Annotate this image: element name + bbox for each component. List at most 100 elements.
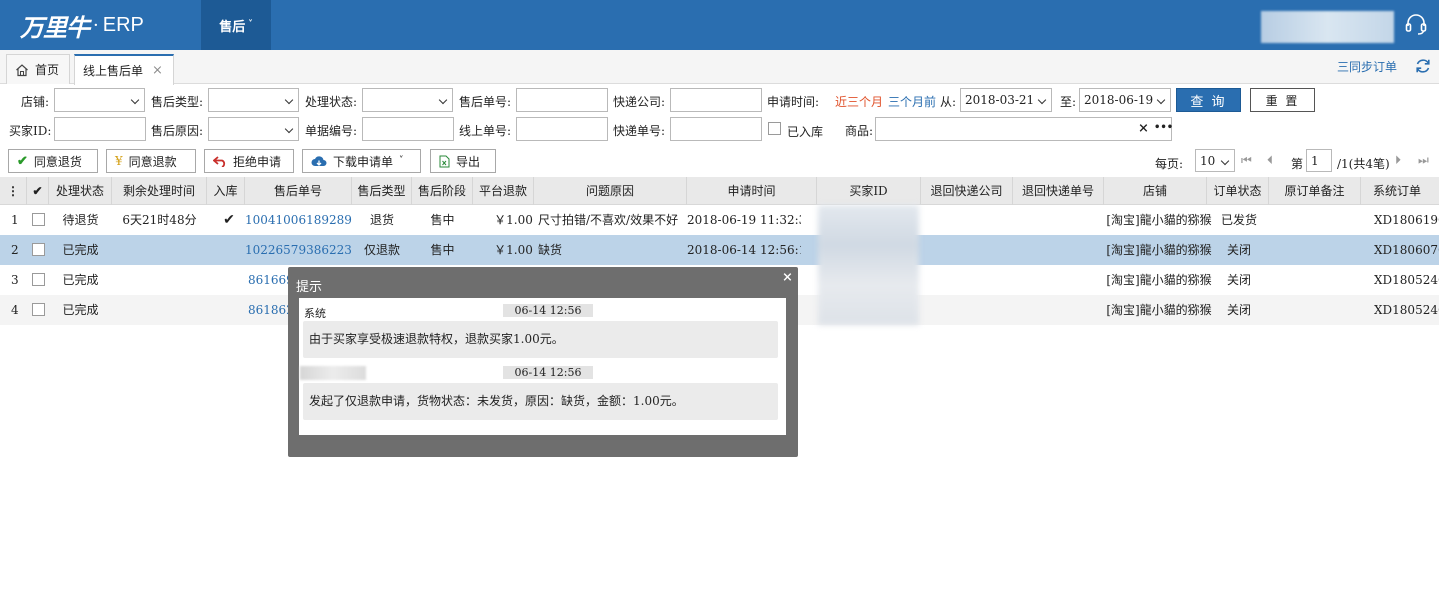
col-buyer-id[interactable]: 买家ID [817, 177, 921, 205]
nav-tab-aftersale[interactable]: 售后 ˅ [201, 0, 271, 50]
doc-no-label: 单据编号: [305, 124, 358, 138]
row-aftersale-no[interactable]: 8618628 [248, 295, 293, 325]
to-label: 至: [1060, 95, 1077, 109]
goods-label: 商品: [845, 124, 874, 138]
aftersale-no-link[interactable]: 10041006189289175 [245, 213, 352, 227]
reject-button[interactable]: 拒绝申请 [204, 149, 294, 173]
excel-file-icon [439, 155, 450, 167]
col-remaining[interactable]: 剩余处理时间 [112, 177, 207, 205]
row-checkbox[interactable] [32, 273, 45, 286]
aftersale-no-link[interactable]: 10226579386223590 [245, 243, 352, 257]
refresh-icon[interactable] [1414, 57, 1432, 75]
reason-select[interactable] [208, 117, 299, 141]
more-icon[interactable]: ••• [1154, 117, 1173, 139]
logo-erp: ERP [102, 13, 144, 36]
col-status[interactable]: 处理状态 [49, 177, 112, 205]
sync-orders-button[interactable]: 三同步订单 [1337, 58, 1397, 75]
to-date-select[interactable]: 2018-06-19 [1079, 88, 1171, 112]
first-page-icon[interactable]: ⏮ [1241, 153, 1257, 167]
row-sys-order: XD18052400 [1374, 273, 1439, 287]
download-button[interactable]: 下载申请单 ˅ [302, 149, 421, 173]
aftersale-no-link[interactable]: 8618628 [248, 303, 293, 317]
buyer-id-label: 买家ID: [9, 124, 52, 138]
col-order-status[interactable]: 订单状态 [1207, 177, 1269, 205]
aftersale-no-input[interactable] [516, 88, 608, 112]
col-stocked[interactable]: 入库 [207, 177, 245, 205]
agree-return-button[interactable]: ✔ 同意退货 [8, 149, 98, 173]
stocked-label: 已入库 [787, 125, 824, 139]
buyer-id-blurred [818, 205, 919, 325]
table-row[interactable]: 2 已完成 10226579386223590 仅退款 售中 ￥1.00 缺货 … [0, 235, 1439, 265]
logo-mark: 万里牛 [20, 13, 90, 42]
chevron-down-icon: ˅ [399, 156, 404, 166]
tip-popup: 提示 × 系统 06-14 12:56 由于买家享受极速退款特权，退款买家1.0… [288, 267, 798, 457]
goods-input[interactable]: × ••• [875, 117, 1173, 141]
row-checkbox[interactable] [32, 213, 45, 226]
headset-icon[interactable] [1404, 12, 1428, 36]
col-type[interactable]: 售后类型 [352, 177, 412, 205]
row-checkbox[interactable] [32, 303, 45, 316]
select-all-check-icon[interactable]: ✔ [27, 177, 49, 205]
close-icon[interactable]: × [152, 63, 163, 78]
last-page-icon[interactable]: ⏭ [1418, 153, 1434, 167]
clear-icon[interactable]: × [1138, 118, 1149, 140]
next-page-icon[interactable]: ⏵ [1395, 153, 1411, 167]
close-icon[interactable]: × [782, 270, 793, 285]
col-sys-order[interactable]: 系统订单 [1361, 177, 1439, 205]
page-tab-bar: 首页 线上售后单 × [0, 50, 1439, 85]
row-aftersale-no[interactable]: 8616698 [248, 265, 293, 295]
user-account-blurred[interactable] [1261, 11, 1394, 43]
page-number-input[interactable]: 1 [1306, 149, 1332, 172]
prev-page-icon[interactable]: ⏴ [1267, 153, 1283, 167]
row-checkbox[interactable] [32, 243, 45, 256]
col-apply-time[interactable]: 申请时间 [687, 177, 817, 205]
export-label: 导出 [456, 154, 481, 169]
query-button[interactable]: 查 询 [1176, 88, 1241, 112]
aftersale-type-select[interactable] [208, 88, 299, 112]
doc-no-input[interactable] [362, 117, 454, 141]
per-page-select[interactable]: 10 [1195, 149, 1235, 172]
col-aftersale-no[interactable]: 售后单号 [245, 177, 352, 205]
col-stage[interactable]: 售后阶段 [412, 177, 473, 205]
column-menu-icon[interactable]: ⋮ [0, 177, 27, 205]
row-order-status: 关闭 [1226, 243, 1251, 257]
row-sys-order: XD18061900 [1374, 213, 1439, 227]
recent-3-months-link[interactable]: 近三个月 [835, 93, 883, 110]
buyer-id-input[interactable] [54, 117, 146, 141]
aftersale-no-link[interactable]: 8616698 [248, 273, 293, 287]
reject-label: 拒绝申请 [233, 154, 282, 169]
row-order-status: 关闭 [1226, 303, 1251, 317]
row-reason: 尺寸拍错/不喜欢/效果不好 [538, 213, 679, 227]
row-order-status: 关闭 [1226, 273, 1251, 287]
col-reason[interactable]: 问题原因 [534, 177, 687, 205]
reset-button[interactable]: 重 置 [1250, 88, 1315, 112]
col-shop[interactable]: 店铺 [1104, 177, 1207, 205]
row-aftersale-no[interactable]: 10041006189289175 [245, 205, 352, 235]
express-company-input[interactable] [670, 88, 762, 112]
row-refund: ￥1.00 [494, 243, 533, 257]
row-apply-time: 2018-06-14 12:56:15 [687, 243, 801, 257]
table-row[interactable]: 1 待退货 6天21时48分 ✔ 10041006189289175 退货 售中… [0, 205, 1439, 235]
stocked-checkbox[interactable] [768, 122, 781, 135]
per-page-value: 10 [1200, 154, 1216, 168]
before-3-months-link[interactable]: 三个月前 [888, 93, 936, 110]
tab-home[interactable]: 首页 [6, 54, 70, 84]
row-aftersale-no[interactable]: 10226579386223590 [245, 235, 352, 265]
tab-online-aftersale[interactable]: 线上售后单 × [74, 54, 174, 85]
from-date-select[interactable]: 2018-03-21 [960, 88, 1052, 112]
col-return-tracking[interactable]: 退回快递单号 [1013, 177, 1104, 205]
app-logo[interactable]: 万里牛 · ERP [20, 8, 144, 42]
agree-refund-button[interactable]: ¥ 同意退款 [106, 149, 196, 173]
tab-online-aftersale-label: 线上售后单 [83, 64, 144, 78]
status-select[interactable] [362, 88, 453, 112]
col-order-remark[interactable]: 原订单备注 [1269, 177, 1361, 205]
shop-select[interactable] [54, 88, 145, 112]
message-bubble: 发起了仅退款申请，货物状态：未发货，原因：缺货，金额：1.00元。 [303, 383, 778, 420]
export-button[interactable]: 导出 [430, 149, 496, 173]
col-refund[interactable]: 平台退款 [473, 177, 534, 205]
col-return-express[interactable]: 退回快递公司 [921, 177, 1013, 205]
online-no-input[interactable] [516, 117, 608, 141]
tracking-no-input[interactable] [670, 117, 762, 141]
home-icon [16, 63, 28, 76]
shop-label: 店铺: [21, 95, 50, 109]
